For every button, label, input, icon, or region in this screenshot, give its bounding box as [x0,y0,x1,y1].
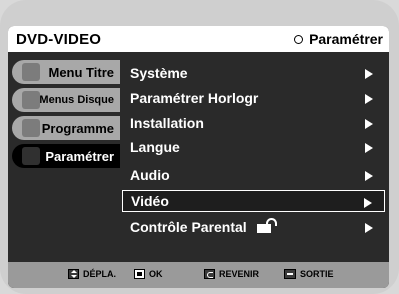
menu-item-label: Installation [130,115,204,131]
footer-back: REVENIR [204,269,259,279]
menu-item-label-wrap: Contrôle Parental [130,217,277,235]
menu-item-audio[interactable]: Audio [122,164,385,186]
sidebar-item-label: Programme [41,120,114,136]
circle-icon [294,34,304,44]
footer-ok: OK [134,269,163,279]
menu-item-label: Contrôle Parental [130,219,247,235]
enter-icon [134,269,145,279]
sidebar-item-programme[interactable]: Programme [12,116,120,140]
lock-icon [256,217,277,233]
sidebar-item-menus-disque[interactable]: Menus Disque [12,88,120,112]
menu-item-label: Langue [130,139,180,155]
sidebar-item-label: Paramétrer [45,148,114,164]
disc-menu-icon [22,91,40,109]
menu-item-label: Paramétrer Horlogr [130,90,259,106]
footer-exit: SORTIE [284,269,334,279]
sidebar-item-menu-titre[interactable]: Menu Titre [12,60,120,84]
sidebar-item-parametrer[interactable]: Paramétrer [12,144,120,168]
osd-screen: DVD-VIDEO Paramétrer Menu Titre Menus Di… [8,26,389,288]
footer-back-label: REVENIR [219,269,260,279]
arrow-right-icon [365,171,373,181]
arrow-right-icon [365,69,373,79]
arrow-right-icon [365,143,373,153]
menu-item-video[interactable]: Vidéo [122,190,385,212]
arrow-right-icon [364,198,372,208]
exit-icon [284,269,296,279]
menu-item-label: Audio [130,167,170,183]
title-menu-icon [22,63,40,81]
sidebar-item-label: Menus Disque [39,94,114,106]
updown-icon [68,269,79,279]
footer-ok-label: OK [149,269,163,279]
osd-header: DVD-VIDEO Paramétrer [8,26,389,52]
arrow-right-icon [365,119,373,129]
sidebar-item-label: Menu Titre [48,64,115,80]
header-mode-label: Paramétrer [309,31,383,47]
footer-move-label: DÉPLA. [83,269,117,279]
menu-item-langue[interactable]: Langue [122,136,385,158]
menu-item-systeme[interactable]: Système [122,62,385,84]
header-mode: Paramétrer [294,31,383,47]
osd-footer: DÉPLA. OK REVENIR SORTIE [8,262,389,288]
gear-icon [22,147,40,165]
menu-item-controle-parental[interactable]: Contrôle Parental [122,216,385,238]
return-icon [204,269,215,279]
osd-title: DVD-VIDEO [16,31,102,48]
footer-move: DÉPLA. [68,269,116,279]
program-icon [22,119,40,137]
arrow-right-icon [365,223,373,233]
arrow-right-icon [365,94,373,104]
menu-item-parametrer-horlogr[interactable]: Paramétrer Horlogr [122,87,385,109]
sidebar: Menu Titre Menus Disque Programme Paramé… [8,52,120,262]
setup-menu: Système Paramétrer Horlogr Installation … [122,52,389,262]
menu-item-installation[interactable]: Installation [122,112,385,134]
menu-item-label: Système [130,65,188,81]
footer-exit-label: SORTIE [300,269,334,279]
tv-bezel: DVD-VIDEO Paramétrer Menu Titre Menus Di… [0,0,399,294]
menu-item-label: Vidéo [131,193,169,209]
